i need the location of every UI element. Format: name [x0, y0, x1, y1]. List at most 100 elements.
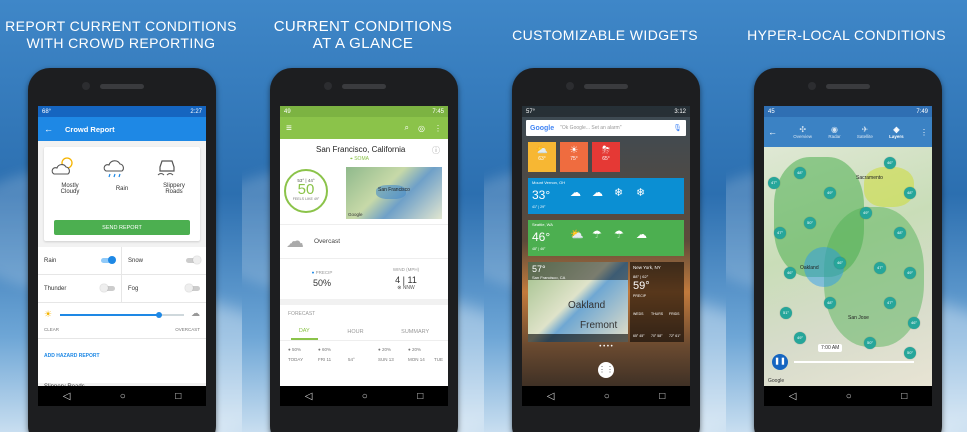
forecast-label: FORECAST	[288, 311, 316, 317]
temperature-marker[interactable]: 46°	[884, 157, 896, 169]
slider-left-label: CLEAR	[44, 327, 60, 332]
back-icon[interactable]: ◁	[789, 391, 797, 402]
overflow-menu-icon[interactable]: ⋮	[434, 124, 442, 133]
toggle-row-fog[interactable]: Fog	[122, 275, 206, 303]
partly-cloudy-icon	[51, 157, 73, 175]
google-search-bar[interactable]: Google "Ok Google... Set an alarm" 🎙	[526, 120, 686, 136]
temperature-marker[interactable]: 48°	[824, 297, 836, 309]
map-widget[interactable]: 57° San Francisco, CA Oakland Fremont	[528, 262, 628, 342]
panel-hyper-local: HYPER-LOCAL CONDITIONS 45 7:49 ← ✣ Overvi…	[726, 0, 967, 432]
temperature-marker[interactable]: 47°	[774, 227, 786, 239]
home-icon[interactable]: ○	[846, 391, 852, 402]
send-report-button[interactable]: SEND REPORT	[54, 220, 190, 235]
pause-button[interactable]: ❚❚	[772, 354, 788, 370]
overflow-menu-icon[interactable]: ⋮	[920, 128, 928, 137]
recent-apps-icon[interactable]: □	[175, 391, 181, 402]
temperature-marker[interactable]: 46°	[834, 257, 846, 269]
temperature-marker[interactable]: 48°	[904, 187, 916, 199]
toggle-row-thunder[interactable]: Thunder	[38, 275, 122, 303]
tab-summary[interactable]: SUMMARY	[393, 325, 437, 339]
back-icon[interactable]: ◁	[63, 391, 71, 402]
tab-hour[interactable]: HOUR	[339, 325, 371, 339]
toggle-row-snow[interactable]: Snow	[122, 247, 206, 275]
timeline-slider[interactable]	[794, 361, 914, 363]
recent-apps-icon[interactable]: □	[417, 391, 423, 402]
temperature-marker[interactable]: 50°	[904, 347, 916, 359]
panel-current-conditions: CURRENT CONDITIONS AT A GLANCE 49 7:45 ≡…	[242, 0, 484, 432]
temperature-marker[interactable]: 51°	[780, 307, 792, 319]
home-icon[interactable]: ○	[120, 391, 126, 402]
temperature-marker[interactable]: 49°	[824, 187, 836, 199]
widget-hilo: 88° | 62°	[633, 274, 649, 279]
tab-label: Radar	[828, 134, 841, 139]
temperature-marker[interactable]: 46°	[784, 267, 796, 279]
radar-map[interactable]: Sacramento Oakland San Jose 47° 48° 49° 46°…	[764, 147, 932, 386]
menu-icon[interactable]: ≡	[286, 123, 292, 134]
recent-apps-icon[interactable]: □	[659, 391, 665, 402]
cloud-icon: ☁	[191, 308, 200, 318]
toggle-switch-off[interactable]	[186, 256, 201, 264]
temperature-marker[interactable]: 46°	[908, 317, 920, 329]
toggle-row-rain[interactable]: Rain	[38, 247, 122, 275]
tab-layers[interactable]: ◈ Layers	[889, 125, 904, 139]
weather-tile[interactable]: ⛈ 65°	[592, 142, 620, 172]
add-hazard-report-link[interactable]: ADD HAZARD REPORT	[38, 339, 206, 359]
google-logo: Google	[530, 124, 555, 132]
widget-hilo: 41° | 29°	[532, 205, 546, 209]
condition-rain[interactable]: Rain	[102, 158, 142, 192]
temperature-marker[interactable]: 47°	[884, 297, 896, 309]
tab-overview[interactable]: ✣ Overview	[793, 125, 812, 139]
locate-icon[interactable]: ◎	[418, 124, 425, 133]
slider-thumb[interactable]	[156, 312, 163, 318]
status-bar: 45 7:49	[764, 106, 932, 117]
temperature-marker[interactable]: 48°	[894, 227, 906, 239]
tile-temp: 63°	[538, 156, 546, 162]
panel-widgets: CUSTOMIZABLE WIDGETS 57° 3:12 Google "Ok…	[484, 0, 726, 432]
neighborhood: ⌖ SOMA	[350, 156, 369, 162]
toggle-switch-on[interactable]	[101, 256, 116, 264]
temperature-marker[interactable]: 49°	[794, 332, 806, 344]
toggle-label: Fog	[128, 285, 139, 292]
tab-day[interactable]: DAY	[290, 324, 318, 340]
toggle-switch-off[interactable]	[100, 284, 115, 292]
mic-icon[interactable]: 🎙	[673, 124, 682, 132]
back-arrow-icon[interactable]: ←	[768, 127, 777, 137]
condition-mostly-cloudy[interactable]: Mostly Cloudy	[50, 155, 90, 195]
detail-widget[interactable]: New York, NY 88° | 62° 59° PRECIP WEDS T…	[630, 262, 684, 342]
home-icon[interactable]: ○	[362, 391, 368, 402]
temperature-marker[interactable]: 50°	[864, 337, 876, 349]
back-icon[interactable]: ◁	[547, 391, 555, 402]
temperature-marker[interactable]: 47°	[768, 177, 780, 189]
status-time: 3:12	[674, 108, 686, 115]
tab-label: Layers	[889, 134, 904, 139]
app-drawer-icon[interactable]: ⋮⋮	[598, 362, 614, 378]
back-icon[interactable]: ◁	[305, 391, 313, 402]
temperature-marker[interactable]: 48°	[794, 167, 806, 179]
day-label: TUE	[434, 357, 443, 362]
map-toolbar: ← ✣ Overview ◉ Radar ✈ Satellite ◈ Layers ⋮	[764, 117, 932, 147]
temperature-marker[interactable]: 50°	[804, 217, 816, 229]
condition-slippery-roads[interactable]: Slippery Roads	[154, 155, 194, 195]
temperature-marker[interactable]: 47°	[874, 262, 886, 274]
status-left: 45	[768, 108, 775, 115]
mini-radar-map[interactable]: San Francisco Google	[346, 167, 442, 219]
widget-day: THURS	[651, 312, 664, 316]
toggle-switch-off[interactable]	[185, 284, 200, 292]
info-icon[interactable]: ⓘ	[432, 145, 440, 156]
back-arrow-icon[interactable]: ←	[44, 124, 53, 134]
recent-apps-icon[interactable]: □	[901, 391, 907, 402]
wind-block: WIND (MPH) 4 | 11 ⊗ NNW	[364, 267, 448, 291]
tab-satellite[interactable]: ✈ Satellite	[857, 125, 873, 139]
temperature-marker[interactable]: 49°	[904, 267, 916, 279]
home-icon[interactable]: ○	[604, 391, 610, 402]
tab-radar[interactable]: ◉ Radar	[828, 125, 840, 139]
cloud-cover-slider[interactable]	[60, 312, 184, 318]
forecast-widget-blue[interactable]: Mount Vernon, OH 33° 41° | 29° ☁ ☁ ❄ ❄	[528, 178, 684, 214]
weather-tile[interactable]: ☀ 75°	[560, 142, 588, 172]
weather-tile[interactable]: ⛅ 63°	[528, 142, 556, 172]
android-nav-bar: ◁ ○ □	[764, 386, 932, 406]
forecast-widget-green[interactable]: Seattle, WA 46° 48° | 46° ⛅ ☂ ☂ ☁	[528, 220, 684, 256]
search-icon[interactable]: ⌕	[405, 123, 409, 133]
partly-cloudy-icon: ⛅	[535, 145, 549, 156]
temperature-marker[interactable]: 49°	[860, 207, 872, 219]
